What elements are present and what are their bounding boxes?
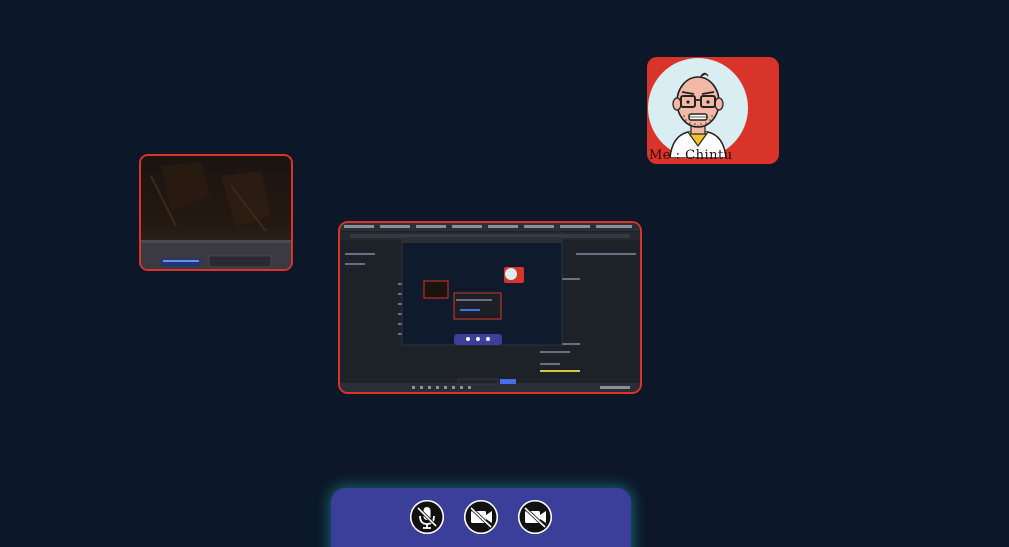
screen-share-off-icon (518, 500, 552, 534)
camera-toggle-button[interactable] (464, 500, 498, 534)
remote-video-tile[interactable] (139, 154, 293, 271)
self-video-tile[interactable]: Me : Chintu (647, 57, 779, 164)
remote-video-feed (141, 156, 291, 269)
meeting-stage: Me : Chintu (0, 0, 1009, 547)
screen-share-feed (340, 223, 640, 392)
mic-toggle-button[interactable] (410, 500, 444, 534)
camera-off-icon (464, 500, 498, 534)
control-bar (331, 488, 631, 547)
avatar (648, 58, 748, 158)
screen-share-toggle-button[interactable] (518, 500, 552, 534)
self-name-label: Me : Chintu (649, 148, 733, 163)
mic-off-icon (410, 500, 444, 534)
screen-share-tile[interactable] (338, 221, 642, 394)
